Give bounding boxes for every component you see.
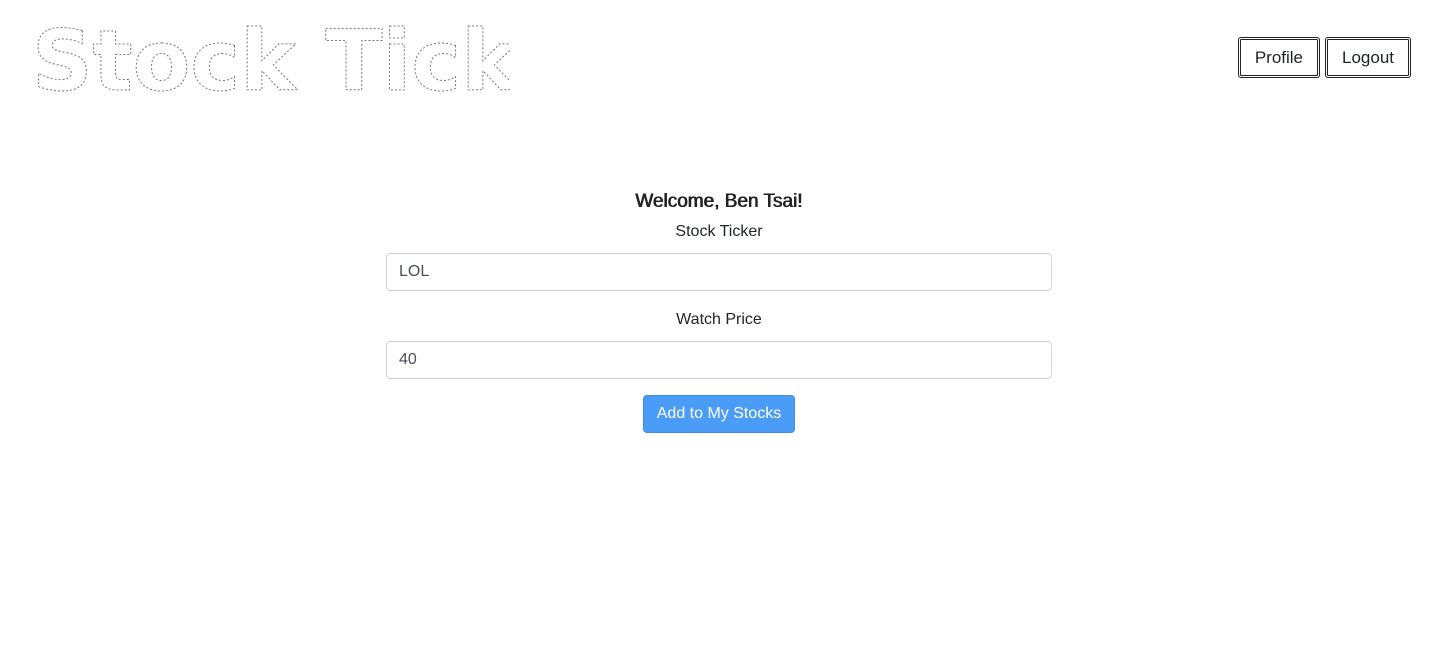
watch-price-label: Watch Price <box>676 311 762 328</box>
stock-ticker-logo: Stock Ticker <box>32 12 511 107</box>
stock-ticker-label: Stock Ticker <box>675 223 763 240</box>
page: Stock Ticker Profile Logout Welcome, Ben… <box>0 0 1430 670</box>
logout-button[interactable]: Logout <box>1325 37 1411 78</box>
welcome-heading: Welcome, Ben Tsai! <box>635 191 803 212</box>
logo-text: Stock Ticker <box>32 12 510 106</box>
top-nav: Profile Logout <box>1237 37 1411 78</box>
add-stock-form: Welcome, Ben Tsai! Stock Ticker Watch Pr… <box>386 186 1052 433</box>
profile-button[interactable]: Profile <box>1237 37 1320 78</box>
stock-ticker-input[interactable] <box>386 253 1052 291</box>
watch-price-input[interactable] <box>386 341 1052 379</box>
add-to-my-stocks-button[interactable]: Add to My Stocks <box>642 395 796 433</box>
